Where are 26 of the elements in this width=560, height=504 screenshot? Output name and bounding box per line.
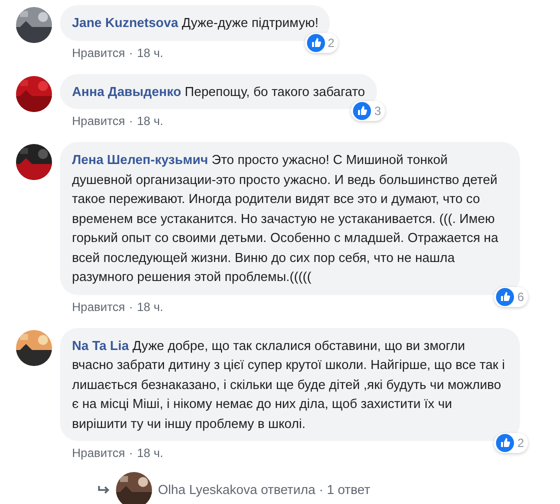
reaction-number: 6 (517, 288, 524, 306)
comment-text: Лена Шелеп-кузьмич Это просто ужасно! С Мишиной тонкой душевной организации-это просто ужасно. И ведь большинство детей такое переживают. Иногда родители видят все это и думают, что со временем все устаканится. Но зачастую не устаканивается. (((. Имею горький опыт со своими детьми. Особенно с младшей. Отражается на всей последующей жизни. Виню до сих пор себя, что не нашла разумного решения этой проблемы.((((( (72, 151, 500, 286)
author-link[interactable]: Анна Давыденко (72, 84, 182, 98)
replies-link[interactable]: Olha Lyeskakova ответила · 1 ответ (158, 480, 370, 500)
comment-text: Анна Давыденко Перепощу, бо такого забагато (72, 82, 366, 101)
separator-dot: · (128, 44, 133, 62)
separator-dot: · (128, 445, 133, 462)
reaction-number: 2 (517, 435, 524, 452)
like-link[interactable]: Нравится (72, 44, 125, 62)
comment-text: Na Ta Lia Дуже добре, що так склалися обставини, що ви змогли вчасно забрати дитину з цієї супер крутої школи. Найгірше, що все так і лишається безнаказано, і скільки ще буде дітей ,які будуть чи можливо є на місці Міші, і нікому немає до них діла, щоб захистити їх чи вирішити ту чи іншу проблему в школі. (72, 336, 506, 433)
author-link[interactable]: Лена Шелеп-кузьмич (72, 152, 208, 167)
reply-arrow-icon (98, 485, 110, 495)
like-link[interactable]: Нравится (72, 298, 125, 316)
author-link[interactable]: Na Ta Lia (72, 338, 129, 352)
timestamp-link[interactable]: 18 ч. (136, 44, 164, 62)
reaction-number: 2 (328, 34, 334, 52)
separator-dot: · (128, 298, 133, 316)
separator-dot: · (128, 113, 133, 130)
timestamp-link[interactable]: 18 ч. (136, 298, 164, 316)
reaction-number: 3 (374, 103, 382, 120)
timestamp-link[interactable]: 18 ч. (136, 112, 164, 130)
like-link[interactable]: Нравится (72, 112, 125, 130)
timestamp-link[interactable]: 18 ч. (136, 444, 164, 462)
author-link[interactable]: Jane Kuznetsova (72, 15, 178, 30)
like-link[interactable]: Нравится (72, 444, 125, 462)
comment-text: Jane Kuznetsova Дуже-дуже підтримую! (72, 14, 318, 32)
